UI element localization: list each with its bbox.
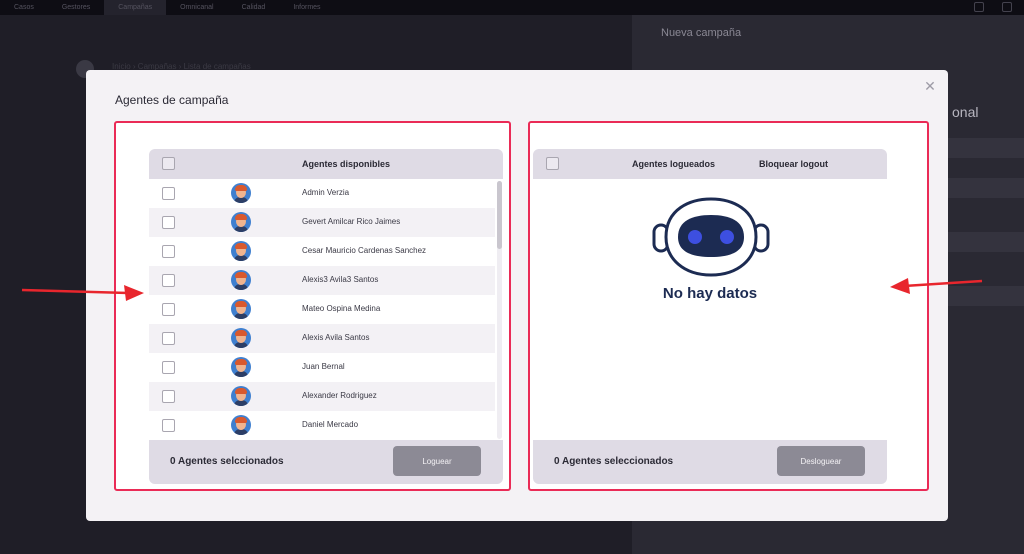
table-footer: 0 Agentes selccionados Loguear xyxy=(149,440,503,484)
column-header-block-logout: Bloquear logout xyxy=(759,159,828,169)
nav-tab[interactable]: Calidad xyxy=(228,0,280,15)
agent-checkbox[interactable] xyxy=(162,419,175,432)
agent-name: Alexander Rodriguez xyxy=(302,391,377,400)
list-item[interactable]: Alexis3 Avila3 Santos xyxy=(149,266,495,295)
campaign-agents-modal: Agentes de campaña ✕ Agentes disponibles… xyxy=(86,70,948,521)
robot-icon xyxy=(652,197,770,277)
nav-tab[interactable]: Casos xyxy=(0,0,48,15)
available-agents-list: Admin Verzia Gevert Amilcar Rico Jaimes Ce… xyxy=(149,179,495,441)
list-item[interactable]: Mateo Ospina Medina xyxy=(149,295,495,324)
logged-agents-panel: Agentes logueados Bloquear logout No hay… xyxy=(528,121,929,491)
nav-tab[interactable]: Campañas xyxy=(104,0,167,15)
column-header-available: Agentes disponibles xyxy=(302,159,391,169)
empty-state: No hay datos xyxy=(533,179,887,440)
avatar xyxy=(231,270,251,290)
avatar xyxy=(231,212,251,232)
agent-name: Alexis3 Avila3 Santos xyxy=(302,275,379,284)
bell-icon[interactable] xyxy=(974,2,984,12)
nav-icons xyxy=(974,2,1012,12)
list-item[interactable]: Gevert Amilcar Rico Jaimes xyxy=(149,208,495,237)
modal-title: Agentes de campaña xyxy=(115,93,229,107)
agent-checkbox[interactable] xyxy=(162,303,175,316)
user-icon[interactable] xyxy=(1002,2,1012,12)
avatar xyxy=(231,241,251,261)
annotation-arrow-left-icon xyxy=(890,278,983,294)
agent-checkbox[interactable] xyxy=(162,245,175,258)
annotation-arrow-right-icon xyxy=(21,285,144,301)
agent-name: Alexis Avila Santos xyxy=(302,333,370,342)
agent-name: Gevert Amilcar Rico Jaimes xyxy=(302,217,401,226)
scrollbar-thumb[interactable] xyxy=(497,181,502,249)
scrollbar[interactable] xyxy=(497,181,502,439)
selected-count: 0 Agentes seleccionados xyxy=(554,456,674,467)
available-agents-table: Agentes disponibles Admin Verzia Gevert A… xyxy=(149,149,503,484)
agent-name: Daniel Mercado xyxy=(302,420,359,429)
list-item[interactable]: Cesar Mauricio Cardenas Sanchez xyxy=(149,237,495,266)
avatar xyxy=(231,183,251,203)
table-header: Agentes disponibles xyxy=(149,149,503,179)
column-header-logged: Agentes logueados xyxy=(632,159,716,169)
table-header: Agentes logueados Bloquear logout xyxy=(533,149,887,179)
side-panel-subtitle: onal xyxy=(952,104,979,120)
nav-tab[interactable]: Gestores xyxy=(48,0,104,15)
top-navigation: Casos Gestores Campañas Omnicanal Calidad Inf… xyxy=(0,0,1024,15)
available-agents-panel: Agentes disponibles Admin Verzia Gevert A… xyxy=(114,121,511,491)
avatar xyxy=(231,357,251,377)
agent-checkbox[interactable] xyxy=(162,361,175,374)
table-footer: 0 Agentes seleccionados Desloguear xyxy=(533,440,887,484)
nav-tab[interactable]: Informes xyxy=(279,0,334,15)
selected-count: 0 Agentes selccionados xyxy=(170,456,284,467)
select-all-available-checkbox[interactable] xyxy=(162,157,175,170)
avatar xyxy=(231,415,251,435)
nav-tab[interactable]: Omnicanal xyxy=(166,0,227,15)
select-all-logged-checkbox[interactable] xyxy=(546,157,559,170)
agent-checkbox[interactable] xyxy=(162,332,175,345)
side-panel-title: Nueva campaña xyxy=(661,27,742,39)
login-button[interactable]: Loguear xyxy=(393,446,481,476)
agent-checkbox[interactable] xyxy=(162,390,175,403)
agent-checkbox[interactable] xyxy=(162,187,175,200)
avatar xyxy=(231,299,251,319)
empty-state-text: No hay datos xyxy=(662,285,758,302)
avatar xyxy=(231,328,251,348)
list-item[interactable]: Alexander Rodriguez xyxy=(149,382,495,411)
agent-name: Juan Bernal xyxy=(302,362,345,371)
list-item[interactable]: Juan Bernal xyxy=(149,353,495,382)
agent-checkbox[interactable] xyxy=(162,216,175,229)
agent-name: Admin Verzia xyxy=(302,188,350,197)
list-item[interactable]: Daniel Mercado xyxy=(149,411,495,440)
agent-checkbox[interactable] xyxy=(162,274,175,287)
agent-name: Cesar Mauricio Cardenas Sanchez xyxy=(302,246,427,255)
logged-agents-table: Agentes logueados Bloquear logout No hay… xyxy=(533,149,887,484)
avatar xyxy=(231,386,251,406)
logout-button[interactable]: Desloguear xyxy=(777,446,865,476)
list-item[interactable]: Admin Verzia xyxy=(149,179,495,208)
close-icon[interactable]: ✕ xyxy=(922,78,938,94)
list-item[interactable]: Alexis Avila Santos xyxy=(149,324,495,353)
agent-name: Mateo Ospina Medina xyxy=(302,304,381,313)
